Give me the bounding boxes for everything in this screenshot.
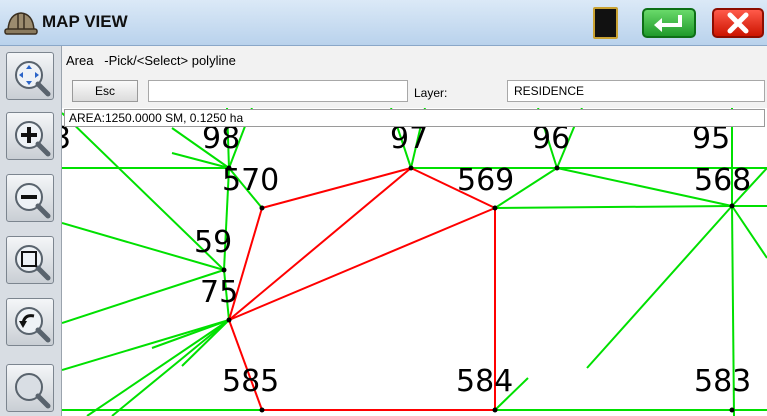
zoom-extents-icon (15, 373, 51, 409)
point-label: 569 (457, 163, 514, 198)
command-prompt: Area -Pick/<Select> polyline (66, 53, 236, 68)
window-title: MAP VIEW (42, 12, 128, 31)
pan-button[interactable] (6, 52, 54, 100)
zoom-in-icon (15, 121, 51, 157)
zoom-window-button[interactable] (6, 236, 54, 284)
area-readout: AREA:1250.0000 SM, 0.1250 ha (64, 109, 765, 127)
close-button[interactable] (712, 8, 764, 38)
command-area: Area -Pick/<Select> polyline Esc Layer: … (62, 46, 767, 108)
zoom-in-button[interactable] (6, 112, 54, 160)
left-toolbar (0, 46, 62, 416)
command-input[interactable] (148, 80, 408, 102)
map-canvas[interactable]: AREA:1250.0000 SM, 0.1250 ha 98 97 96 95… (62, 108, 767, 416)
zoom-previous-button[interactable] (6, 298, 54, 346)
point-label: 584 (456, 364, 513, 399)
zoom-previous-icon (15, 307, 51, 343)
point-label: 585 (222, 364, 279, 399)
zoom-out-icon (15, 183, 51, 219)
zoom-extents-button[interactable] (6, 364, 54, 412)
title-bar: MAP VIEW (0, 0, 767, 46)
esc-button[interactable]: Esc (72, 80, 138, 102)
map-drawing[interactable]: 98 97 96 95 570 569 568 59 75 585 584 58… (62, 108, 767, 416)
point-label: 568 (694, 163, 751, 198)
point-label: 583 (694, 364, 751, 399)
pan-tool-icon (15, 61, 51, 97)
point-label: 75 (200, 275, 238, 310)
zoom-window-icon (15, 245, 51, 281)
point-label: 570 (222, 163, 279, 198)
enter-button[interactable] (642, 8, 696, 38)
hard-hat-icon (4, 12, 38, 35)
point-labels: 98 97 96 95 570 569 568 59 75 585 584 58… (62, 121, 751, 399)
layer-label: Layer: (414, 86, 448, 100)
layer-field[interactable]: RESIDENCE (507, 80, 765, 102)
enter-arrow-icon (654, 15, 682, 32)
point-label: 59 (194, 225, 232, 260)
close-icon (727, 12, 749, 34)
black-square-button[interactable] (593, 7, 618, 39)
zoom-out-button[interactable] (6, 174, 54, 222)
